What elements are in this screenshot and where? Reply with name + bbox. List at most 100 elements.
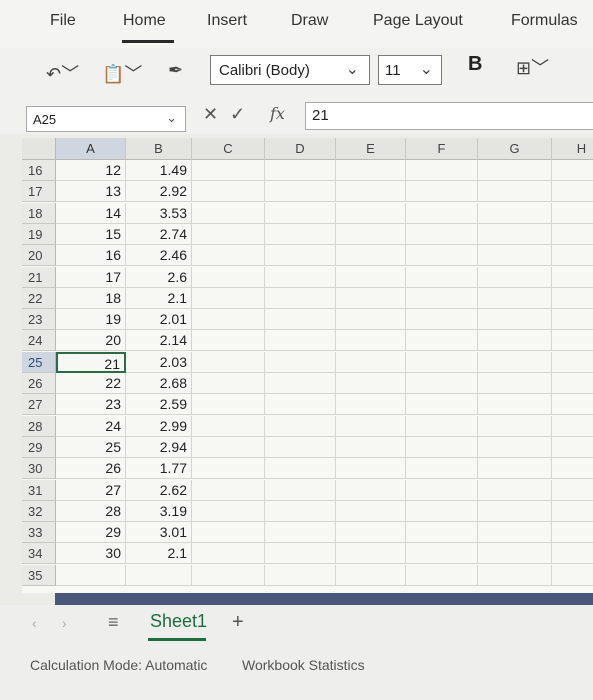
row-header[interactable]: 27 (22, 394, 56, 416)
grid-cell[interactable] (552, 394, 593, 416)
grid-cell[interactable] (265, 181, 336, 203)
grid-cell[interactable] (336, 266, 406, 288)
grid-cell[interactable] (406, 394, 478, 416)
grid-cell[interactable] (336, 202, 406, 224)
select-all-corner[interactable] (22, 138, 56, 160)
grid-cell[interactable] (192, 479, 265, 501)
grid-cell[interactable]: 16 (56, 245, 126, 267)
column-header-b[interactable]: B (126, 138, 192, 160)
grid-cell[interactable] (406, 500, 478, 522)
grid-cell[interactable]: 2.94 (126, 436, 192, 458)
grid-cell[interactable]: 30 (56, 543, 126, 565)
grid-cell[interactable] (552, 565, 593, 586)
grid-cell[interactable] (478, 309, 552, 331)
font-name-select[interactable]: Calibri (Body) ⌄ (210, 55, 370, 85)
grid-cell[interactable] (336, 458, 406, 480)
row-header[interactable]: 22 (22, 287, 56, 309)
row-header[interactable]: 35 (22, 564, 56, 586)
grid-cell[interactable] (406, 309, 478, 331)
grid-cell[interactable] (336, 479, 406, 501)
grid-cell[interactable] (478, 564, 552, 586)
grid-cell[interactable] (336, 394, 406, 416)
row-header[interactable]: 32 (22, 500, 56, 522)
grid-cell[interactable] (192, 245, 265, 267)
grid-cell[interactable]: 2.68 (126, 373, 192, 394)
grid-cell[interactable] (265, 522, 336, 544)
grid-cell[interactable] (265, 479, 336, 501)
grid-cell[interactable]: 2.59 (126, 394, 192, 416)
grid-cell[interactable] (192, 202, 265, 224)
grid-cell[interactable] (478, 415, 552, 437)
row-header[interactable]: 34 (22, 543, 56, 565)
grid-cell[interactable] (406, 223, 478, 245)
grid-cell[interactable] (265, 543, 336, 565)
column-header-g[interactable]: G (478, 138, 552, 160)
grid-cell[interactable] (406, 543, 478, 565)
grid-cell[interactable] (478, 351, 552, 373)
row-header[interactable]: 26 (22, 373, 56, 394)
grid-cell[interactable] (406, 564, 478, 586)
grid-cell[interactable] (552, 309, 593, 331)
grid-cell[interactable] (552, 160, 593, 181)
grid-cell[interactable] (478, 373, 552, 394)
column-header-f[interactable]: F (406, 138, 478, 160)
grid-cell[interactable] (336, 436, 406, 458)
row-header[interactable]: 23 (22, 309, 56, 331)
grid-cell[interactable]: 2.14 (126, 330, 192, 352)
row-header[interactable]: 20 (22, 245, 56, 267)
active-cell[interactable]: 21 (56, 351, 126, 373)
grid-cell[interactable] (552, 352, 593, 373)
grid-cell[interactable] (336, 245, 406, 267)
grid-cell[interactable]: 15 (56, 223, 126, 245)
tab-draw[interactable]: Draw (291, 12, 328, 30)
row-header[interactable]: 18 (22, 202, 56, 224)
grid-cell[interactable] (265, 436, 336, 458)
grid-cell[interactable] (406, 181, 478, 203)
grid-cell[interactable] (265, 564, 336, 586)
grid-cell[interactable] (192, 330, 265, 352)
grid-cell[interactable] (192, 351, 265, 373)
sheet-tab-sheet1[interactable]: Sheet1 (150, 611, 207, 632)
grid-cell[interactable] (192, 415, 265, 437)
column-header-h[interactable]: H (552, 138, 593, 160)
grid-cell[interactable]: 2.01 (126, 309, 192, 331)
column-header-a[interactable]: A (56, 138, 126, 160)
grid-cell[interactable] (336, 564, 406, 586)
paste-icon[interactable]: 📋﹀ (102, 60, 142, 86)
grid-cell[interactable] (552, 480, 593, 501)
grid-cell[interactable]: 1.49 (126, 160, 192, 181)
grid-cell[interactable]: 2.46 (126, 245, 192, 267)
grid-cell[interactable] (478, 266, 552, 288)
grid-cell[interactable]: 3.01 (126, 522, 192, 544)
grid-cell[interactable] (552, 437, 593, 458)
grid-cell[interactable] (192, 436, 265, 458)
tab-home[interactable]: Home (123, 12, 166, 30)
grid-cell[interactable]: 3.53 (126, 202, 192, 224)
tab-file[interactable]: File (50, 12, 76, 30)
cancel-icon[interactable]: ✕ (203, 104, 218, 125)
grid-cell[interactable] (336, 181, 406, 203)
row-header[interactable]: 16 (22, 160, 56, 181)
grid-cell[interactable] (552, 522, 593, 544)
grid-cell[interactable] (406, 373, 478, 394)
grid-cell[interactable] (552, 224, 593, 245)
add-sheet-button[interactable]: + (232, 611, 244, 634)
grid-cell[interactable] (265, 202, 336, 224)
grid-cell[interactable] (192, 522, 265, 544)
grid-cell[interactable] (406, 245, 478, 267)
grid-cell[interactable]: 2.62 (126, 479, 192, 501)
grid-cell[interactable] (265, 245, 336, 267)
grid-cell[interactable] (336, 351, 406, 373)
sheet-list-icon[interactable]: ≡ (108, 612, 119, 633)
tab-insert[interactable]: Insert (207, 12, 247, 30)
grid-cell[interactable]: 2.03 (126, 351, 192, 373)
grid-cell[interactable] (478, 245, 552, 267)
insert-function-button[interactable]: fx (270, 104, 285, 123)
undo-icon[interactable]: ↶﹀ (46, 60, 79, 86)
grid-cell[interactable] (552, 181, 593, 203)
grid-cell[interactable] (192, 564, 265, 586)
sheet-next-icon[interactable]: › (62, 615, 67, 631)
grid-cell[interactable] (552, 288, 593, 309)
grid-cell[interactable] (265, 266, 336, 288)
calculation-mode[interactable]: Calculation Mode: Automatic (30, 657, 207, 673)
